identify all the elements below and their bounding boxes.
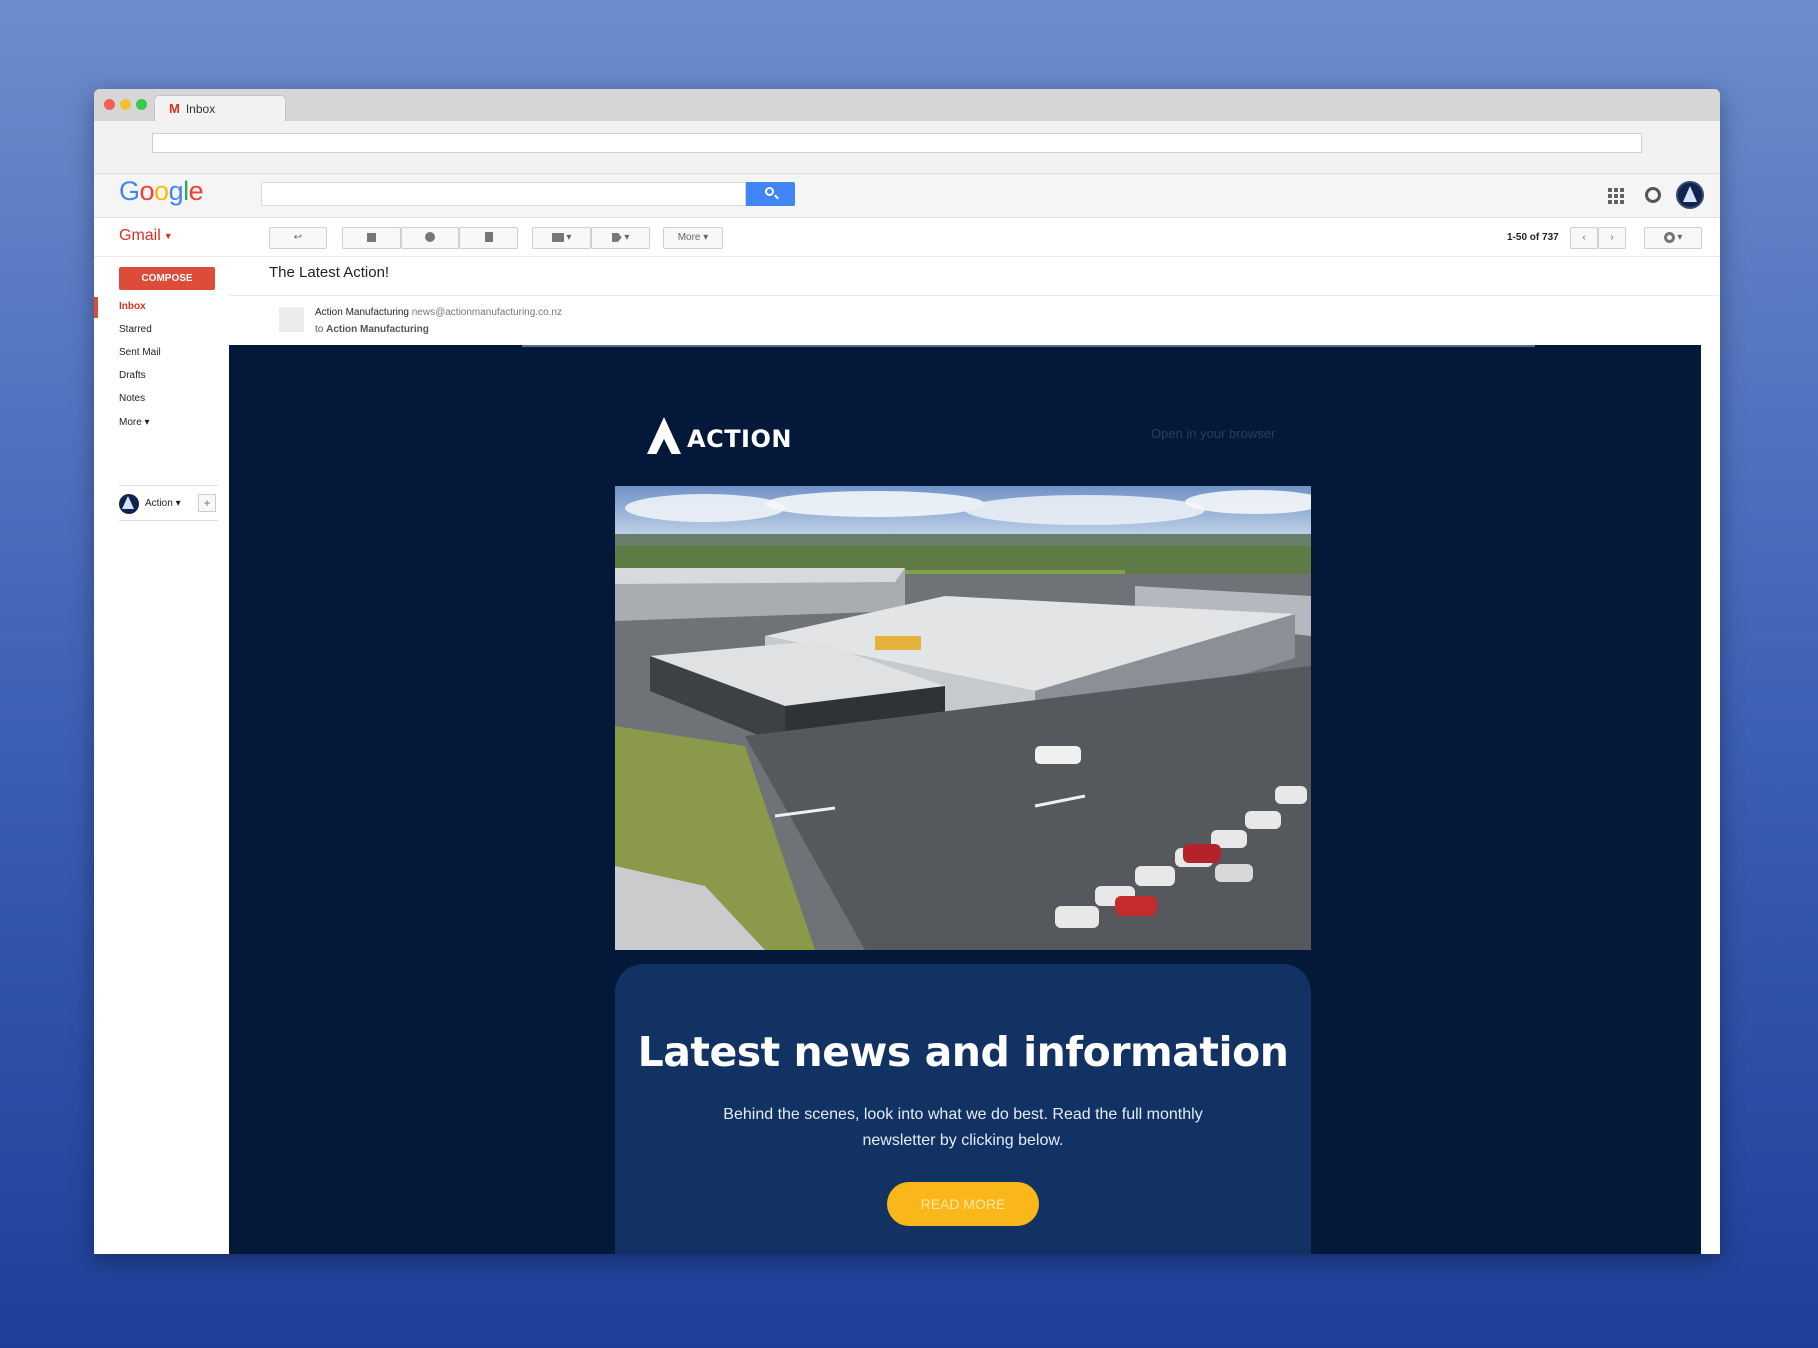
notifications-icon[interactable] xyxy=(1645,187,1661,203)
window-close-button[interactable] xyxy=(104,99,115,110)
recipient-line: to Action Manufacturing xyxy=(315,324,429,335)
browser-titlebar: M Inbox xyxy=(94,89,1720,122)
message-separator xyxy=(229,295,1719,296)
sidebar-item-drafts[interactable]: Drafts xyxy=(119,370,146,381)
active-indicator xyxy=(94,297,98,318)
settings-button[interactable]: ▾ xyxy=(1644,227,1702,249)
sidebar: COMPOSE Inbox Starred Sent Mail Drafts N… xyxy=(94,257,228,1254)
action-logo-text: ACTION xyxy=(687,425,792,453)
search-input[interactable] xyxy=(261,182,746,206)
label-icon xyxy=(611,232,622,242)
archive-button[interactable] xyxy=(342,227,401,249)
chevron-down-icon: ▼ xyxy=(163,230,173,241)
read-more-button[interactable]: READ MORE xyxy=(887,1182,1039,1226)
sender-name[interactable]: Action Manufacturing xyxy=(315,307,409,318)
sender-line: Action Manufacturing news@actionmanufact… xyxy=(315,307,562,318)
chevron-right-icon: › xyxy=(1610,232,1614,243)
news-card: Latest news and information Behind the s… xyxy=(615,964,1311,1254)
archive-icon xyxy=(367,232,376,242)
search-button[interactable] xyxy=(746,182,795,206)
browser-tab-inbox[interactable]: M Inbox xyxy=(154,95,286,121)
labels-button[interactable]: ▾ xyxy=(591,227,650,249)
pagination-count: 1-50 of 737 xyxy=(1507,232,1559,243)
more-actions-button[interactable]: More ▾ xyxy=(663,227,723,249)
browser-toolbar xyxy=(94,121,1720,174)
gear-icon xyxy=(1663,231,1675,243)
mail-actionbar: Gmail ▼ ↩ ▾ ▾ More ▾ 1-50 of 737 ‹ › ▾ xyxy=(94,218,1720,257)
sidebar-item-sent-mail[interactable]: Sent Mail xyxy=(119,347,161,358)
factory-aerial-photo xyxy=(615,486,1311,950)
browser-window: M Inbox Google Gmail ▼ ↩ ▾ ▾ More ▾ 1-50 o… xyxy=(94,89,1720,1254)
gmail-m-icon: M xyxy=(169,101,180,116)
newer-button[interactable]: ‹ xyxy=(1570,227,1598,249)
sidebar-item-inbox[interactable]: Inbox xyxy=(119,301,146,312)
sidebar-divider xyxy=(119,520,218,521)
folder-icon xyxy=(551,232,564,242)
newsletter-body: ACTION Open in your browser Latest news … xyxy=(229,345,1701,1254)
recipient-name: Action Manufacturing xyxy=(326,324,429,335)
hangouts-account[interactable]: Action ▾ xyxy=(145,498,181,509)
move-to-button[interactable]: ▾ xyxy=(532,227,591,249)
apps-grid-icon[interactable] xyxy=(1608,188,1624,204)
sidebar-item-starred[interactable]: Starred xyxy=(119,324,152,335)
open-in-browser-link[interactable]: Open in your browser xyxy=(1151,426,1275,441)
sidebar-divider xyxy=(119,485,218,486)
sidebar-item-notes[interactable]: Notes xyxy=(119,393,145,404)
delete-button[interactable] xyxy=(459,227,518,249)
sidebar-item-more[interactable]: More ▾ xyxy=(119,417,150,428)
search-icon xyxy=(765,187,774,196)
newsletter-top-line xyxy=(522,345,1535,347)
address-bar[interactable] xyxy=(152,133,1642,153)
gmail-menu[interactable]: Gmail ▼ xyxy=(119,227,173,245)
trash-icon xyxy=(484,232,493,243)
chevron-left-icon: ‹ xyxy=(1582,232,1586,243)
account-avatar[interactable] xyxy=(1676,181,1704,209)
add-contact-button[interactable]: + xyxy=(198,494,216,512)
report-icon xyxy=(425,232,435,243)
window-maximize-button[interactable] xyxy=(136,99,147,110)
newsletter-headline: Latest news and information xyxy=(637,1028,1289,1076)
back-arrow-icon: ↩ xyxy=(293,232,303,243)
tab-title: Inbox xyxy=(185,102,216,116)
email-subject: The Latest Action! xyxy=(269,264,390,281)
back-button[interactable]: ↩ xyxy=(269,227,327,249)
hangouts-avatar[interactable] xyxy=(119,494,139,514)
sender-email: news@actionmanufacturing.co.nz xyxy=(411,307,562,318)
sender-avatar xyxy=(279,307,304,332)
google-logo[interactable]: Google xyxy=(119,176,204,207)
compose-button[interactable]: COMPOSE xyxy=(119,267,215,290)
window-minimize-button[interactable] xyxy=(120,99,131,110)
newsletter-description: Behind the scenes, look into what we do … xyxy=(723,1106,1203,1149)
google-header: Google xyxy=(94,174,1720,218)
report-spam-button[interactable] xyxy=(401,227,459,249)
older-button[interactable]: › xyxy=(1598,227,1626,249)
